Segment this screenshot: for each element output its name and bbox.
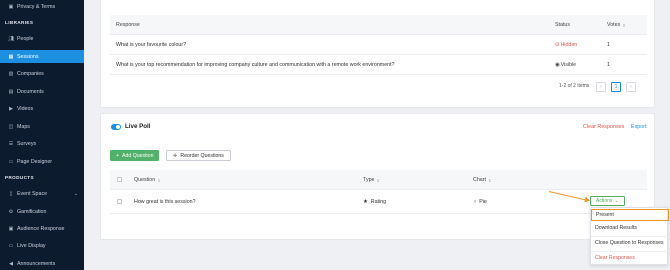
column-header-chart[interactable]: Chart ⇕	[473, 170, 491, 190]
sidebar-item-label: Announcements	[17, 260, 56, 267]
export-link[interactable]: Export	[631, 124, 647, 130]
sort-icon[interactable]: ⇕	[488, 178, 491, 183]
sidebar-item-label: Event Space	[17, 190, 48, 197]
live-poll-toggle[interactable]	[111, 124, 121, 130]
table-row: What is your top recommendation for impr…	[110, 55, 647, 75]
sidebar-section-libraries: LIBRARIES	[5, 20, 34, 25]
sidebar-section-products: PRODUCTS	[5, 175, 34, 180]
reorder-questions-button[interactable]: ✛ Reorder Questions	[166, 150, 231, 161]
pagination-page-button[interactable]: 1	[611, 82, 621, 92]
sidebar-item-people[interactable]: 👥︎ People	[0, 32, 84, 45]
sidebar-item-label: Surveys	[17, 140, 37, 147]
document-icon: ▤	[8, 88, 14, 95]
row-checkbox[interactable]	[117, 199, 122, 204]
sidebar-item-label: Videos	[17, 105, 34, 112]
sidebar-item-gamification[interactable]: ⚙ Gamification	[0, 205, 84, 218]
sort-icon[interactable]: ⇕	[622, 23, 625, 28]
menu-item-close-question[interactable]: Close Question to Responses	[591, 237, 669, 249]
table-row: What is your favourite colour? ⊘ Hidden …	[110, 35, 647, 55]
device-icon: ▯	[9, 190, 13, 197]
sidebar-item-audience-response[interactable]: ▣ Audience Response	[0, 222, 84, 235]
responses-table-header: Response Status Votes ⇕	[110, 15, 647, 35]
column-header-question[interactable]: Question ⇕	[134, 170, 161, 190]
column-header-status[interactable]: Status	[555, 15, 570, 35]
sidebar-item-event-space[interactable]: ▯ Event Space ⌄	[0, 187, 84, 200]
column-header-response[interactable]: Response	[116, 15, 140, 35]
table-row: How great is this session? ★ Rating ◔ Pi…	[110, 190, 647, 214]
status-badge[interactable]: ◉ Visible	[555, 55, 576, 75]
chevron-down-icon: ⌄	[73, 190, 78, 197]
page-icon: ▭	[8, 158, 14, 165]
menu-item-present[interactable]: Present	[591, 209, 669, 221]
question-type: ★ Rating	[363, 199, 387, 205]
sidebar-item-sessions[interactable]: ▦ Sessions	[0, 50, 84, 63]
eye-slash-icon: ⊘	[555, 42, 560, 48]
sidebar-item-label: Maps	[17, 123, 30, 130]
people-icon: 👥︎	[8, 35, 15, 42]
eye-icon: ◉	[555, 62, 560, 68]
responses-card: Response Status Votes ⇕ What is your fav…	[100, 0, 655, 108]
poll-table-header: Question ⇕ Type ⇕ Chart ⇕	[110, 170, 647, 190]
map-icon: ◫	[8, 123, 14, 130]
sidebar-item-label: People	[17, 35, 34, 42]
pie-icon: ◔	[473, 199, 477, 205]
pagination-summary: 1-2 of 2 items	[559, 83, 590, 89]
lock-icon: ▣	[8, 3, 14, 10]
actions-button[interactable]: Actions ⌄	[590, 196, 625, 206]
add-question-button[interactable]: + Add Question	[110, 150, 160, 161]
votes-count: 1	[607, 62, 610, 68]
pagination-next-button[interactable]: ›	[626, 82, 636, 92]
sidebar-item-page-designer[interactable]: ▭ Page Designer	[0, 155, 84, 168]
menu-item-clear-responses[interactable]: Clear Responses	[591, 252, 669, 264]
sort-icon[interactable]: ⇕	[157, 178, 160, 183]
status-badge[interactable]: ⊘ Hidden	[555, 35, 577, 55]
sidebar-item-companies[interactable]: ▥ Companies	[0, 67, 84, 80]
question-chart: ◔ Pie	[473, 199, 487, 205]
survey-icon: ☰	[8, 140, 14, 147]
sidebar: ▣ Privacy & Terms LIBRARIES 👥︎ People ▦ …	[0, 0, 84, 270]
menu-item-download-results[interactable]: Download Results	[591, 222, 669, 234]
star-icon: ★	[363, 199, 368, 205]
display-icon: ▭	[8, 242, 14, 249]
main-content: Response Status Votes ⇕ What is your fav…	[84, 0, 670, 270]
sort-icon[interactable]: ⇕	[376, 178, 379, 183]
sidebar-item-label: Gamification	[17, 208, 47, 215]
live-poll-card: Live Poll Clear Responses Export + Add Q…	[100, 113, 655, 240]
sidebar-item-label: Audience Response	[17, 225, 65, 232]
gear-icon: ⚙	[8, 208, 14, 215]
building-icon: ▥	[8, 70, 14, 77]
select-all-checkbox[interactable]	[117, 177, 122, 182]
live-poll-title: Live Poll	[125, 123, 151, 130]
sidebar-item-surveys[interactable]: ☰ Surveys	[0, 137, 84, 150]
reorder-icon: ✛	[173, 152, 178, 159]
sidebar-item-privacy-terms[interactable]: ▣ Privacy & Terms	[0, 0, 84, 13]
response-text: What is your favourite colour?	[116, 42, 187, 48]
column-header-type[interactable]: Type ⇕	[363, 170, 380, 190]
pagination-prev-button[interactable]: ‹	[596, 82, 606, 92]
response-text: What is your top recommendation for impr…	[116, 62, 395, 68]
question-text: How great is this session?	[134, 199, 196, 205]
sidebar-item-label: Page Designer	[17, 158, 53, 165]
video-icon: ▶	[9, 105, 13, 112]
sidebar-item-documents[interactable]: ▤ Documents	[0, 85, 84, 98]
sidebar-item-maps[interactable]: ◫ Maps	[0, 120, 84, 133]
sidebar-item-announcements[interactable]: ◀ Announcements	[0, 257, 84, 270]
response-icon: ▣	[8, 225, 14, 232]
clear-responses-link[interactable]: Clear Responses	[583, 124, 624, 130]
column-header-votes[interactable]: Votes ⇕	[607, 15, 626, 35]
chevron-down-icon: ⌄	[614, 198, 619, 204]
sidebar-item-label: Privacy & Terms	[17, 3, 56, 10]
sidebar-item-label: Live Display	[17, 242, 46, 249]
sidebar-item-label: Documents	[17, 88, 44, 95]
megaphone-icon: ◀	[9, 260, 13, 267]
sidebar-item-videos[interactable]: ▶ Videos	[0, 102, 84, 115]
sidebar-item-label: Sessions	[17, 53, 39, 60]
sidebar-item-label: Companies	[17, 70, 44, 77]
sidebar-item-live-display[interactable]: ▭ Live Display	[0, 239, 84, 252]
votes-count: 1	[607, 42, 610, 48]
calendar-icon: ▦	[8, 53, 14, 60]
plus-icon: +	[116, 152, 120, 159]
actions-dropdown-menu: Present Download Results Close Question …	[590, 207, 669, 265]
